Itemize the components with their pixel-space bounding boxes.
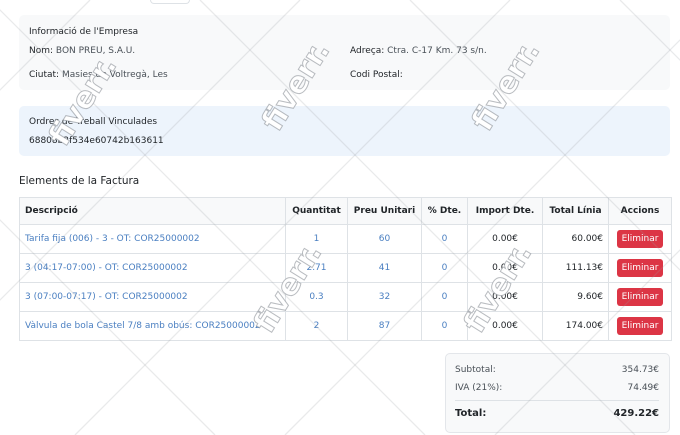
row-actions: Eliminar: [608, 253, 672, 283]
total-value: 429.22€: [613, 408, 659, 419]
delete-button[interactable]: Eliminar: [616, 288, 664, 306]
table-row: Vàlvula de bola Castel 7/8 amb obús: COR…: [19, 311, 672, 341]
totals-summary: Subtotal: 354.73€ IVA (21%): 74.49€ Tota…: [445, 353, 670, 433]
row-discount-amount: 0.00€: [467, 311, 543, 341]
company-city-value: Masies de Voltregà, Les: [61, 70, 168, 80]
col-actions: Accions: [608, 197, 672, 225]
row-discount-pct[interactable]: 0: [421, 224, 468, 254]
row-quantity[interactable]: 2.71: [285, 253, 348, 283]
invoice-items-table: Descripció Quantitat Preu Unitari % Dte.…: [19, 197, 672, 341]
row-description[interactable]: Vàlvula de bola Castel 7/8 amb obús: COR…: [19, 311, 286, 341]
vat-value: 74.49€: [627, 383, 660, 393]
company-postal-label: Codi Postal:: [350, 70, 403, 80]
vat-label: IVA (21%):: [455, 383, 503, 393]
top-edge: [0, 0, 680, 6]
linked-orders-title: Ordres de Treball Vinculades: [29, 117, 158, 127]
row-description[interactable]: 3 (07:00-07:17) - OT: COR25000002: [19, 282, 286, 312]
subtotal-row: Subtotal: 354.73€: [455, 365, 659, 375]
total-label: Total:: [455, 408, 487, 419]
vat-row: IVA (21%): 74.49€: [455, 383, 659, 393]
company-info-title: Informació de l'Empresa: [29, 27, 139, 37]
row-discount-amount: 0.00€: [467, 253, 543, 283]
company-name-field: Nom: BON PREU, S.A.U.: [29, 46, 135, 56]
row-actions: Eliminar: [608, 224, 672, 254]
col-discount-pct: % Dte.: [421, 197, 468, 225]
linked-order-id[interactable]: 68808b2f534e60742b163611: [29, 136, 164, 146]
company-address-value: Ctra. C-17 Km. 73 s/n.: [387, 46, 487, 56]
delete-button[interactable]: Eliminar: [616, 259, 664, 277]
company-city-label: Ciutat:: [29, 70, 60, 80]
company-address-field: Adreça: Ctra. C-17 Km. 73 s/n.: [350, 46, 487, 56]
row-unit-price[interactable]: 87: [347, 311, 422, 341]
row-unit-price[interactable]: 32: [347, 282, 422, 312]
row-quantity[interactable]: 1: [285, 224, 348, 254]
row-line-total: 111.13€: [542, 253, 609, 283]
row-actions: Eliminar: [608, 282, 672, 312]
company-city-field: Ciutat: Masies de Voltregà, Les: [29, 70, 168, 80]
row-discount-pct[interactable]: 0: [421, 282, 468, 312]
row-discount-amount: 0.00€: [467, 224, 543, 254]
totals-divider: [455, 400, 659, 401]
company-name-value: BON PREU, S.A.U.: [55, 46, 136, 56]
row-actions: Eliminar: [608, 311, 672, 341]
row-line-total: 60.00€: [542, 224, 609, 254]
row-line-total: 174.00€: [542, 311, 609, 341]
row-discount-pct[interactable]: 0: [421, 253, 468, 283]
subtotal-label: Subtotal:: [455, 365, 496, 375]
table-header-row: Descripció Quantitat Preu Unitari % Dte.…: [19, 197, 672, 225]
subtotal-value: 354.73€: [621, 365, 659, 375]
delete-button[interactable]: Eliminar: [616, 317, 664, 335]
table-row: 3 (07:00-07:17) - OT: COR25000002 0.3 32…: [19, 282, 672, 312]
company-name-label: Nom:: [29, 46, 54, 56]
top-fragment: [150, 0, 190, 4]
row-quantity[interactable]: 0.3: [285, 282, 348, 312]
table-row: Tarifa fija (006) - 3 - OT: COR25000002 …: [19, 224, 672, 254]
grand-total-row: Total: 429.22€: [455, 408, 659, 419]
col-quantity: Quantitat: [285, 197, 348, 225]
row-unit-price[interactable]: 41: [347, 253, 422, 283]
col-unit-price: Preu Unitari: [347, 197, 422, 225]
row-description[interactable]: 3 (04:17-07:00) - OT: COR25000002: [19, 253, 286, 283]
linked-orders-card: Ordres de Treball Vinculades 68808b2f534…: [19, 106, 670, 156]
row-quantity[interactable]: 2: [285, 311, 348, 341]
col-line-total: Total Línia: [542, 197, 609, 225]
row-description[interactable]: Tarifa fija (006) - 3 - OT: COR25000002: [19, 224, 286, 254]
row-unit-price[interactable]: 60: [347, 224, 422, 254]
row-discount-pct[interactable]: 0: [421, 311, 468, 341]
company-info-card: Informació de l'Empresa Nom: BON PREU, S…: [19, 15, 670, 90]
row-discount-amount: 0.00€: [467, 282, 543, 312]
company-postal-field: Codi Postal:: [350, 70, 403, 80]
col-discount-amount: Import Dte.: [467, 197, 543, 225]
col-description: Descripció: [19, 197, 286, 225]
company-address-label: Adreça:: [350, 46, 385, 56]
row-line-total: 9.60€: [542, 282, 609, 312]
delete-button[interactable]: Eliminar: [616, 230, 664, 248]
table-row: 3 (04:17-07:00) - OT: COR25000002 2.71 4…: [19, 253, 672, 283]
invoice-items-title: Elements de la Factura: [19, 175, 140, 187]
